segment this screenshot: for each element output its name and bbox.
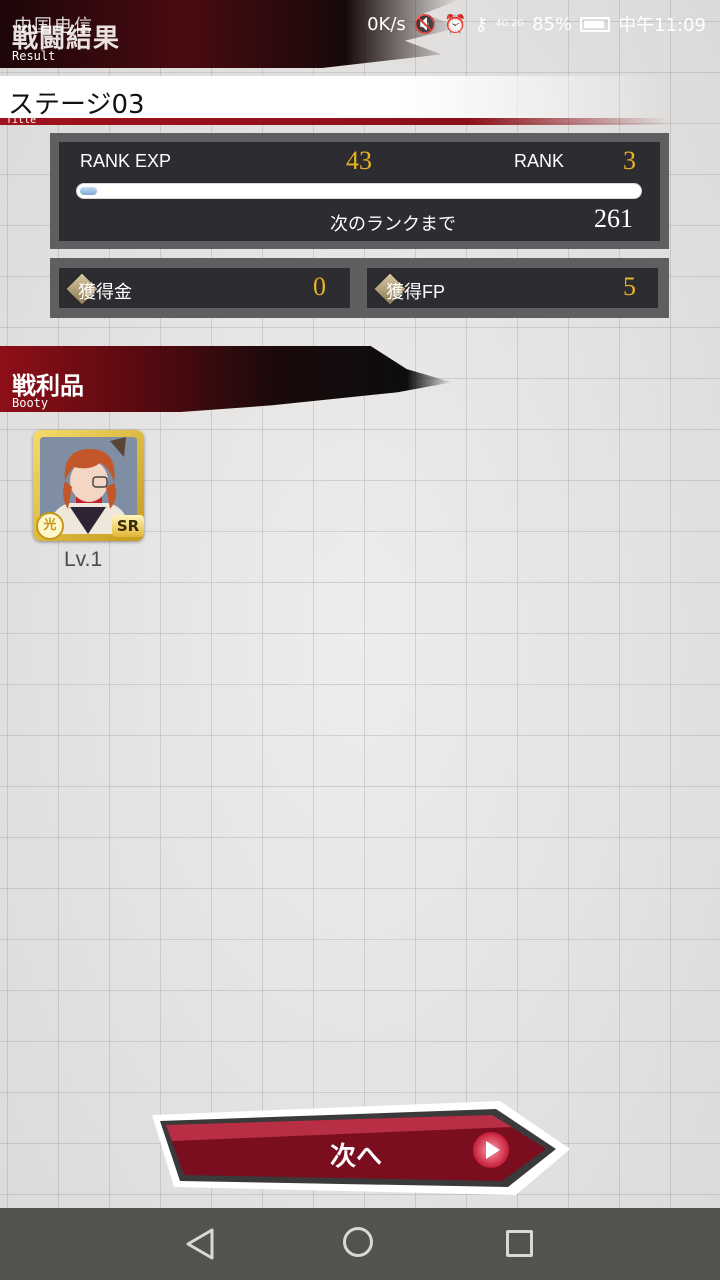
signal-icon: 4G 2G bbox=[495, 18, 525, 29]
rarity-badge: SR bbox=[112, 515, 144, 537]
key-icon: ⚷ bbox=[474, 13, 488, 35]
exp-progress-bar bbox=[76, 183, 642, 199]
next-rank-value: 261 bbox=[594, 204, 633, 233]
status-bar: 中国电信 0K/s 🔇 ⏰ ⚷ 4G 2G 85% 中午11:09 bbox=[0, 0, 720, 50]
stage-subtitle: Title bbox=[6, 115, 37, 126]
network-speed: 0K/s bbox=[367, 13, 406, 35]
back-icon[interactable] bbox=[184, 1227, 216, 1261]
next-rank-label: 次のランクまで bbox=[330, 214, 456, 234]
play-arrow-icon bbox=[473, 1132, 509, 1168]
recent-apps-icon[interactable] bbox=[506, 1230, 533, 1257]
rank-exp-value: 43 bbox=[346, 146, 372, 175]
battery-icon bbox=[580, 16, 611, 32]
result-subtitle: Result bbox=[12, 49, 56, 63]
status-icons: 0K/s 🔇 ⏰ ⚷ 4G 2G 85% 中午11:09 bbox=[367, 11, 706, 37]
card-level: Lv.1 bbox=[64, 548, 103, 571]
alarm-icon: ⏰ bbox=[444, 13, 467, 35]
rank-exp-label: RANK EXP bbox=[80, 151, 172, 171]
mute-icon: 🔇 bbox=[413, 13, 437, 35]
clock: 中午11:09 bbox=[618, 15, 706, 36]
fp-value: 5 bbox=[623, 272, 636, 301]
money-value: 0 bbox=[313, 272, 326, 301]
money-label: 獲得金 bbox=[78, 282, 132, 302]
next-button-label: 次へ bbox=[330, 1142, 383, 1172]
battery-percent: 85% bbox=[532, 13, 573, 35]
home-icon[interactable] bbox=[343, 1227, 373, 1257]
fp-label: 獲得FP bbox=[386, 282, 446, 302]
attribute-badge: 光 bbox=[36, 512, 64, 540]
rank-value: 3 bbox=[623, 146, 636, 175]
exp-progress-fill bbox=[80, 187, 97, 195]
booty-subtitle: Booty bbox=[12, 396, 49, 410]
carrier-name: 中国电信 bbox=[14, 16, 94, 37]
rank-label: RANK bbox=[514, 151, 565, 171]
